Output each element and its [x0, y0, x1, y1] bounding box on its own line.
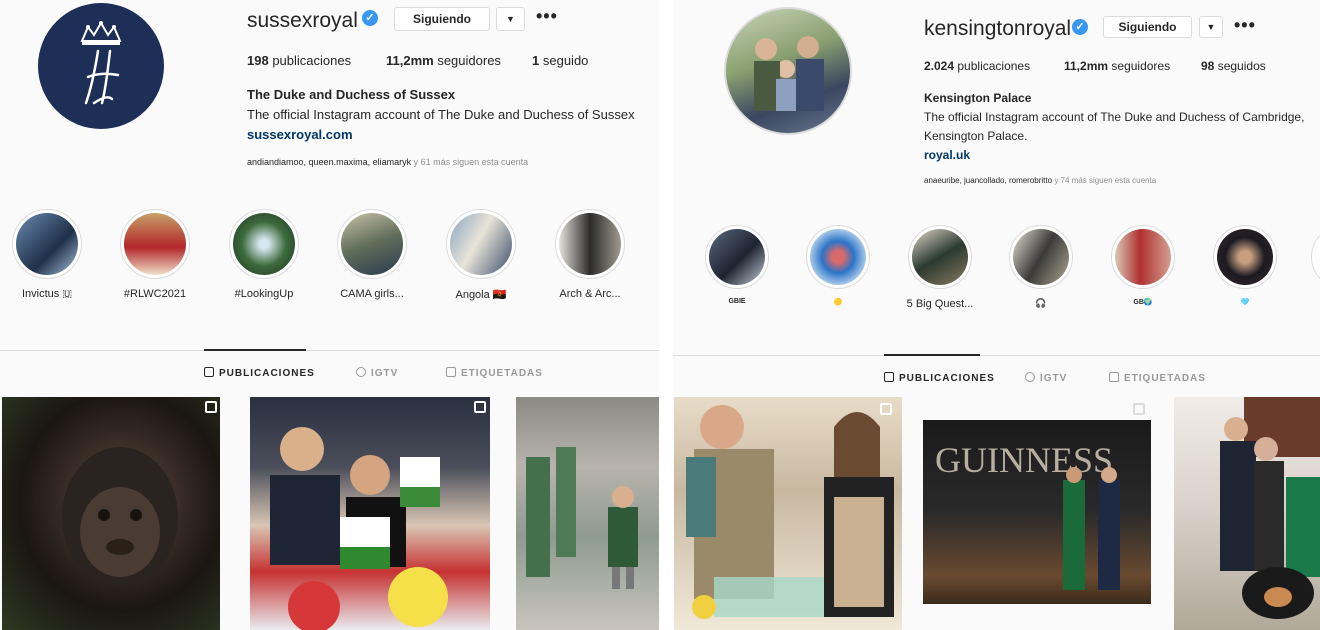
video-icon [880, 403, 892, 415]
highlight-invictus[interactable]: Invictus 🇺 [8, 209, 86, 301]
posts-count[interactable]: 198 publicaciones [247, 53, 351, 68]
kensington-profile-panel: kensingtonroyal ✓ Siguiendo ▼ ••• 2.024 … [673, 0, 1320, 630]
verified-badge-icon: ✓ [362, 10, 378, 26]
monogram-logo [80, 21, 122, 105]
ellipsis-icon[interactable]: ••• [1234, 15, 1256, 36]
family-photo [754, 36, 824, 111]
following-count[interactable]: 98 seguidos [1201, 59, 1266, 73]
bio-link[interactable]: sussexroyal.com [247, 127, 353, 142]
dog-scene [1220, 397, 1320, 619]
followers-count[interactable]: 11,2mm seguidores [1064, 59, 1170, 73]
tab-igtv[interactable]: IGTV [356, 367, 398, 379]
active-tab-indicator [884, 354, 980, 356]
highlight-gbie[interactable]: GBIE [703, 225, 771, 305]
tab-igtv[interactable]: IGTV [1025, 372, 1067, 384]
highlight-yellow[interactable]: 🟡 [804, 225, 872, 306]
following-button[interactable]: Siguiendo [394, 7, 490, 31]
school-corridor [526, 447, 638, 589]
tab-tagged[interactable]: ETIQUETADAS [446, 367, 543, 379]
post-thumbnail[interactable] [674, 397, 902, 630]
grid-icon [884, 372, 894, 382]
tab-tagged[interactable]: ETIQUETADAS [1109, 372, 1206, 384]
profile-username: kensingtonroyal [924, 17, 1072, 40]
multi-photo-icon [1133, 403, 1145, 415]
cooking-scene [686, 405, 894, 619]
sussex-profile-panel: sussexroyal ✓ Siguiendo ▼ ••• 198 public… [0, 0, 659, 630]
svg-text:GUINNESS: GUINNESS [935, 440, 1113, 480]
profile-avatar[interactable] [724, 7, 852, 135]
follow-dropdown-button[interactable]: ▼ [496, 7, 525, 31]
followers-count[interactable]: 11,2mm seguidores [386, 53, 501, 68]
highlight-cama-girls[interactable]: CAMA girls... [333, 209, 411, 300]
verified-badge-icon: ✓ [1072, 19, 1088, 35]
tab-posts[interactable]: PUBLICACIONES [204, 367, 315, 379]
posts-count[interactable]: 2.024 publicaciones [924, 59, 1030, 73]
highlight-partial[interactable] [1311, 225, 1320, 289]
highlight-blue[interactable]: 🩵 [1211, 225, 1279, 306]
highlight-label: #RLWC2021 [123, 288, 187, 300]
highlight-label: Invictus 🇺 [21, 288, 73, 300]
post-thumbnail[interactable] [516, 397, 659, 630]
highlight-gb[interactable]: GB🌍 [1109, 225, 1177, 306]
igtv-icon [1025, 372, 1035, 382]
tag-icon [446, 367, 456, 377]
multi-photo-icon [205, 401, 217, 413]
active-tab-indicator [204, 349, 306, 351]
highlight-label: 5 Big Quest... [906, 298, 974, 310]
highlight-podcast[interactable]: 🎧 [1007, 225, 1075, 309]
highlight-label: #LookingUp [234, 288, 294, 300]
highlight-label: GB🌍 [1133, 299, 1153, 306]
followed-by[interactable]: andiandiamoo, queen.maxima, eliamaryk y … [247, 157, 528, 167]
profile-avatar[interactable] [38, 3, 164, 129]
following-button[interactable]: Siguiendo [1103, 16, 1192, 38]
highlight-rlwc2021[interactable]: #RLWC2021 [116, 209, 194, 300]
ellipsis-icon[interactable]: ••• [536, 6, 558, 27]
guinness-scene: GUINNESS [935, 440, 1120, 590]
panel-gap [659, 0, 673, 630]
followed-by[interactable]: anaeuribe, juancollado, romerobritto y 7… [924, 176, 1156, 185]
post-thumbnail[interactable] [250, 397, 490, 630]
following-count[interactable]: 1 seguido [532, 53, 588, 68]
highlight-label: CAMA girls... [340, 288, 404, 300]
multi-photo-icon [474, 401, 486, 413]
bio-name: Kensington Palace [924, 91, 1032, 105]
section-divider [0, 350, 659, 351]
highlight-label: GBIE [728, 298, 746, 305]
highlight-label: 🟡 [833, 299, 843, 306]
gorilla-face [62, 447, 178, 587]
profile-username: sussexroyal [247, 9, 358, 32]
igtv-icon [356, 367, 366, 377]
follow-dropdown-button[interactable]: ▼ [1199, 16, 1223, 38]
highlight-label: Arch & Arc... [559, 288, 621, 300]
highlight-label: Angola 🇦🇴 [455, 289, 507, 301]
highlight-label: 🩵 [1240, 299, 1250, 306]
crowd-scene [270, 427, 448, 630]
bio-name: The Duke and Duchess of Sussex [247, 87, 456, 102]
highlight-angola[interactable]: Angola 🇦🇴 [442, 209, 520, 301]
post-thumbnail[interactable] [2, 397, 220, 630]
bio-text: The official Instagram account of The Du… [924, 110, 1305, 143]
highlight-label: 🎧 [1035, 298, 1047, 308]
post-thumbnail[interactable] [1174, 397, 1320, 630]
highlight-arch[interactable]: Arch & Arc... [551, 209, 629, 300]
section-divider [673, 355, 1320, 356]
tag-icon [1109, 372, 1119, 382]
highlight-lookingup[interactable]: #LookingUp [225, 209, 303, 300]
bio-text: The official Instagram account of The Du… [247, 107, 635, 122]
tab-posts[interactable]: PUBLICACIONES [884, 372, 995, 384]
bio-link[interactable]: royal.uk [924, 148, 970, 162]
post-thumbnail[interactable]: GUINNESS [923, 420, 1151, 604]
grid-icon [204, 367, 214, 377]
highlight-5-big-questions[interactable]: 5 Big Quest... [906, 225, 974, 310]
